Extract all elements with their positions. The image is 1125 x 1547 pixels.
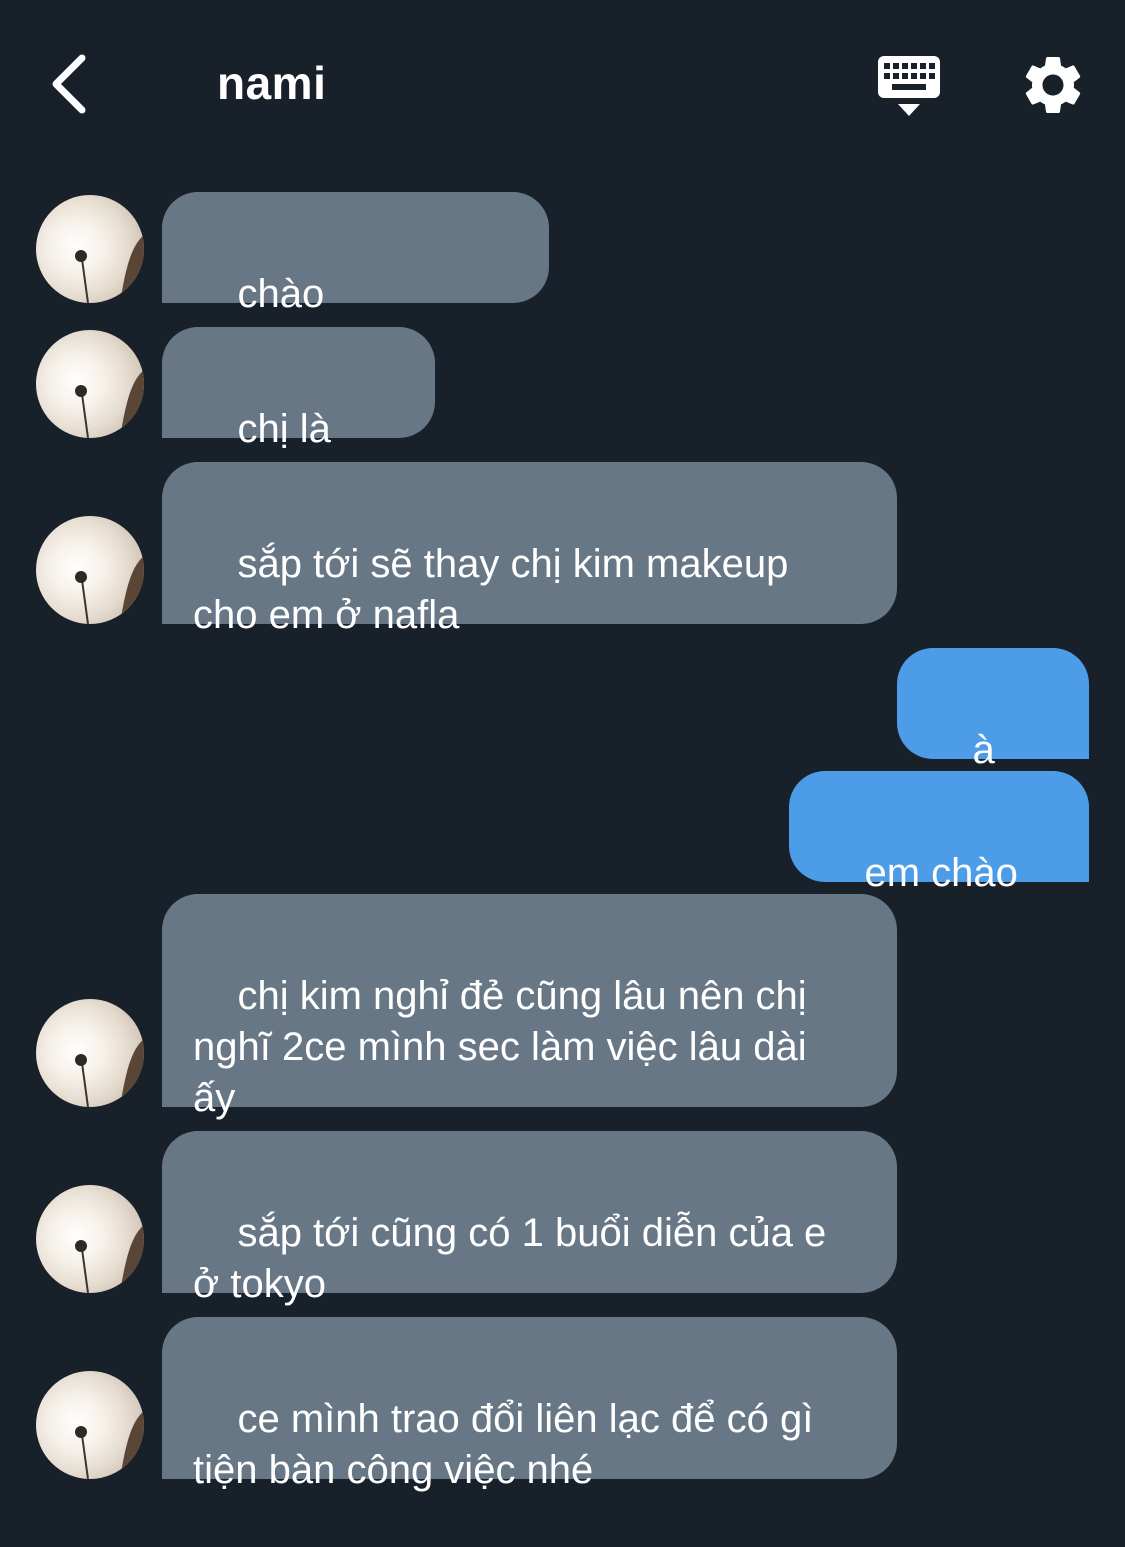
avatar[interactable]: [36, 1371, 144, 1479]
avatar-image: [75, 1411, 144, 1479]
avatar-image: [75, 235, 144, 303]
avatar-image: [75, 370, 144, 438]
message-text: sắp tới sẽ thay chị kim makeup cho em ở …: [193, 542, 789, 637]
outgoing-message-bubble[interactable]: à vâng: [897, 648, 1089, 823]
settings-button[interactable]: [1018, 50, 1088, 120]
avatar[interactable]: [36, 999, 144, 1107]
chevron-left-icon: [52, 54, 86, 114]
incoming-message-bubble[interactable]: sắp tới sẽ thay chị kim makeup cho em ở …: [162, 462, 897, 637]
incoming-message-bubble[interactable]: ce mình trao đổi liên lạc để có gì tiện …: [162, 1317, 897, 1492]
avatar-image: [75, 1225, 144, 1293]
avatar[interactable]: [36, 330, 144, 438]
message-text: ce mình trao đổi liên lạc để có gì tiện …: [193, 1397, 814, 1492]
message-text: chị kim nghỉ đẻ cũng lâu nên chị nghĩ 2c…: [193, 974, 807, 1120]
avatar[interactable]: [36, 195, 144, 303]
incoming-message-bubble[interactable]: chị là nami: [162, 327, 435, 502]
avatar-image: [75, 1039, 144, 1107]
gear-icon: [1025, 57, 1081, 113]
chat-header: nami: [0, 0, 1125, 170]
avatar[interactable]: [36, 516, 144, 624]
avatar[interactable]: [36, 1185, 144, 1293]
avatar-image: [75, 556, 144, 624]
back-button[interactable]: [36, 44, 100, 124]
keyboard-button[interactable]: [872, 52, 946, 122]
chat-title: nami: [217, 57, 327, 109]
incoming-message-bubble[interactable]: chị kim nghỉ đẻ cũng lâu nên chị nghĩ 2c…: [162, 894, 897, 1120]
incoming-message-bubble[interactable]: chào donghyuck: [162, 192, 549, 367]
keyboard-hide-icon: [878, 56, 940, 116]
message-text: sắp tới cũng có 1 buổi diễn của e ở toky…: [193, 1211, 827, 1306]
outgoing-message-bubble[interactable]: em chào chị: [789, 771, 1089, 946]
incoming-message-bubble[interactable]: sắp tới cũng có 1 buổi diễn của e ở toky…: [162, 1131, 897, 1306]
